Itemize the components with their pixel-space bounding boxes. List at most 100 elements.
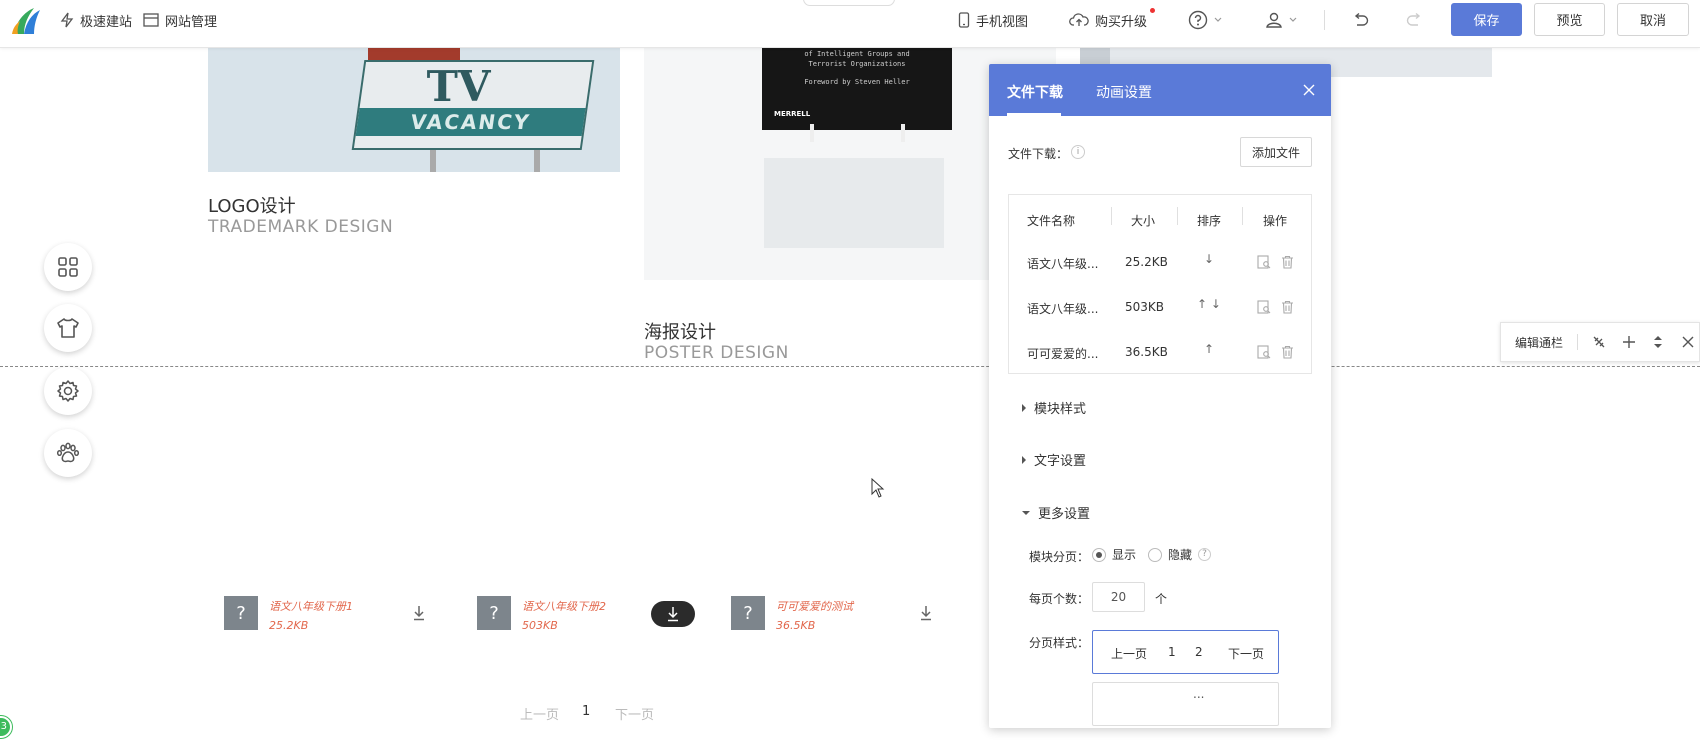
sort-controls[interactable]: ↓	[1204, 252, 1214, 266]
per-page-unit: 个	[1155, 592, 1168, 606]
pager-style-option[interactable]: ...	[1092, 682, 1279, 726]
user-menu[interactable]	[1265, 0, 1297, 40]
logo-subtitle: TRADEMARK DESIGN	[208, 217, 394, 237]
download-item[interactable]: ? 可可爱爱的测试 36.5KB	[731, 596, 941, 632]
preview-file-icon[interactable]	[1257, 255, 1271, 269]
settings-button[interactable]	[44, 367, 92, 415]
collapse-handle[interactable]	[803, 0, 895, 6]
file-download-label: 文件下载：	[1008, 147, 1069, 161]
file-size: 503KB	[1125, 300, 1165, 314]
chevron-down-icon	[1289, 17, 1297, 22]
theme-button[interactable]	[44, 304, 92, 352]
preview-button[interactable]: 预览	[1534, 3, 1605, 36]
file-type-icon: ?	[477, 596, 511, 630]
pager-current[interactable]: 1	[582, 704, 590, 719]
divider	[1577, 334, 1579, 350]
download-icon[interactable]	[412, 605, 426, 621]
pager-sample-page: 1	[1168, 645, 1176, 659]
pager-sample-next: 下一页	[1228, 647, 1265, 661]
preview-file-icon[interactable]	[1257, 345, 1271, 359]
undo-button[interactable]	[1352, 0, 1370, 40]
sign-pole	[534, 150, 540, 172]
file-size: 36.5KB	[1125, 345, 1168, 359]
sign-vacancy: VACANCY	[355, 108, 586, 136]
logo-title: LOGO设计	[208, 196, 296, 217]
radio-hide[interactable]	[1148, 547, 1162, 562]
plus-icon[interactable]	[1622, 335, 1636, 349]
top-toolbar: 极速建站 网站管理 手机视图 购买升级 保存 预览 取消	[0, 0, 1700, 48]
book-text: Terrorist Organizations	[808, 60, 906, 68]
modules-button[interactable]	[44, 243, 92, 291]
file-size: 25.2KB	[1125, 255, 1168, 269]
per-page-input[interactable]: 20	[1092, 582, 1145, 612]
pager-style-option-selected[interactable]: 上一页 1 2 下一页	[1092, 630, 1279, 674]
panel-header: 文件下载 动画设置	[989, 64, 1331, 116]
add-file-button[interactable]: 添加文件	[1240, 137, 1312, 167]
close-icon[interactable]	[1682, 336, 1694, 348]
column-header-size: 大小	[1131, 214, 1156, 228]
close-icon[interactable]	[1303, 84, 1315, 96]
logo-design-image[interactable]: TV VACANCY	[208, 48, 620, 172]
radio-show[interactable]	[1092, 547, 1106, 562]
site-manage-button[interactable]: 网站管理	[143, 0, 217, 40]
tshirt-icon	[57, 318, 79, 338]
file-type-icon: ?	[731, 596, 765, 630]
move-updown-icon[interactable]	[1652, 334, 1664, 350]
paging-hide-option[interactable]: 隐藏 ?	[1148, 546, 1212, 563]
caret-down-icon	[1022, 510, 1030, 515]
sort-controls[interactable]: ↑	[1204, 342, 1214, 356]
trash-icon[interactable]	[1281, 300, 1294, 314]
corner-badge[interactable]: 3	[0, 716, 12, 738]
hide-label: 隐藏	[1168, 548, 1193, 562]
download-item[interactable]: ? 语文八年级下册1 25.2KB	[224, 596, 434, 632]
gear-icon	[57, 380, 79, 402]
cancel-button[interactable]: 取消	[1617, 3, 1689, 36]
section-more-settings[interactable]: 更多设置	[1022, 503, 1090, 522]
column-separator	[1177, 207, 1178, 225]
column-header-action: 操作	[1263, 214, 1288, 228]
quick-build-button[interactable]: 极速建站	[60, 0, 132, 40]
mobile-view-label: 手机视图	[976, 14, 1029, 30]
poster-subtitle: POSTER DESIGN	[644, 343, 789, 363]
download-name: 语文八年级下册2	[522, 600, 606, 613]
book-cover: of Intelligent Groups and Terrorist Orga…	[762, 48, 952, 130]
trash-icon[interactable]	[1281, 345, 1294, 359]
trash-icon[interactable]	[1281, 255, 1294, 269]
help-menu[interactable]	[1188, 0, 1222, 40]
pager-sample-page: 2	[1195, 645, 1203, 659]
book-shadow	[764, 158, 944, 248]
paw-button[interactable]	[44, 429, 92, 477]
sign-tv: TV	[426, 62, 491, 111]
mobile-view-button[interactable]: 手机视图	[958, 0, 1028, 40]
download-button-active[interactable]	[651, 601, 695, 627]
tab-file-download[interactable]: 文件下载	[1007, 82, 1063, 102]
buy-upgrade-button[interactable]: 购买升级	[1069, 0, 1147, 40]
per-page-label: 每页个数：	[1029, 592, 1090, 606]
caret-right-icon	[1022, 455, 1026, 464]
info-icon[interactable]: i	[1071, 145, 1085, 159]
mouse-cursor-icon	[871, 478, 885, 498]
save-button[interactable]: 保存	[1451, 3, 1522, 36]
tab-animation[interactable]: 动画设置	[1096, 82, 1152, 102]
lightning-icon	[60, 12, 74, 28]
sort-controls[interactable]: ↑ ↓	[1197, 297, 1221, 311]
download-size: 36.5KB	[776, 619, 816, 632]
download-item[interactable]: ? 语文八年级下册2 503KB	[477, 596, 697, 632]
section-text-settings[interactable]: 文字设置	[1022, 450, 1086, 469]
book-foreword: Foreword by Steven Heller	[804, 78, 910, 86]
paging-show-option[interactable]: 显示	[1092, 546, 1136, 563]
column-separator	[1242, 207, 1243, 225]
download-icon[interactable]	[919, 605, 933, 621]
logo-icon[interactable]	[10, 4, 42, 36]
edit-section-button[interactable]: 编辑通栏	[1515, 334, 1563, 351]
preview-file-icon[interactable]	[1257, 300, 1271, 314]
pager-prev[interactable]: 上一页	[520, 704, 559, 723]
pager-next[interactable]: 下一页	[615, 704, 654, 723]
section-module-style[interactable]: 模块样式	[1022, 398, 1086, 417]
file-name: 语文八年级...	[1027, 302, 1099, 316]
paw-icon	[56, 442, 80, 463]
unlink-icon[interactable]	[1592, 335, 1606, 349]
redo-button[interactable]	[1405, 0, 1423, 40]
help-icon[interactable]: ?	[1198, 548, 1212, 561]
redo-icon	[1406, 12, 1421, 26]
